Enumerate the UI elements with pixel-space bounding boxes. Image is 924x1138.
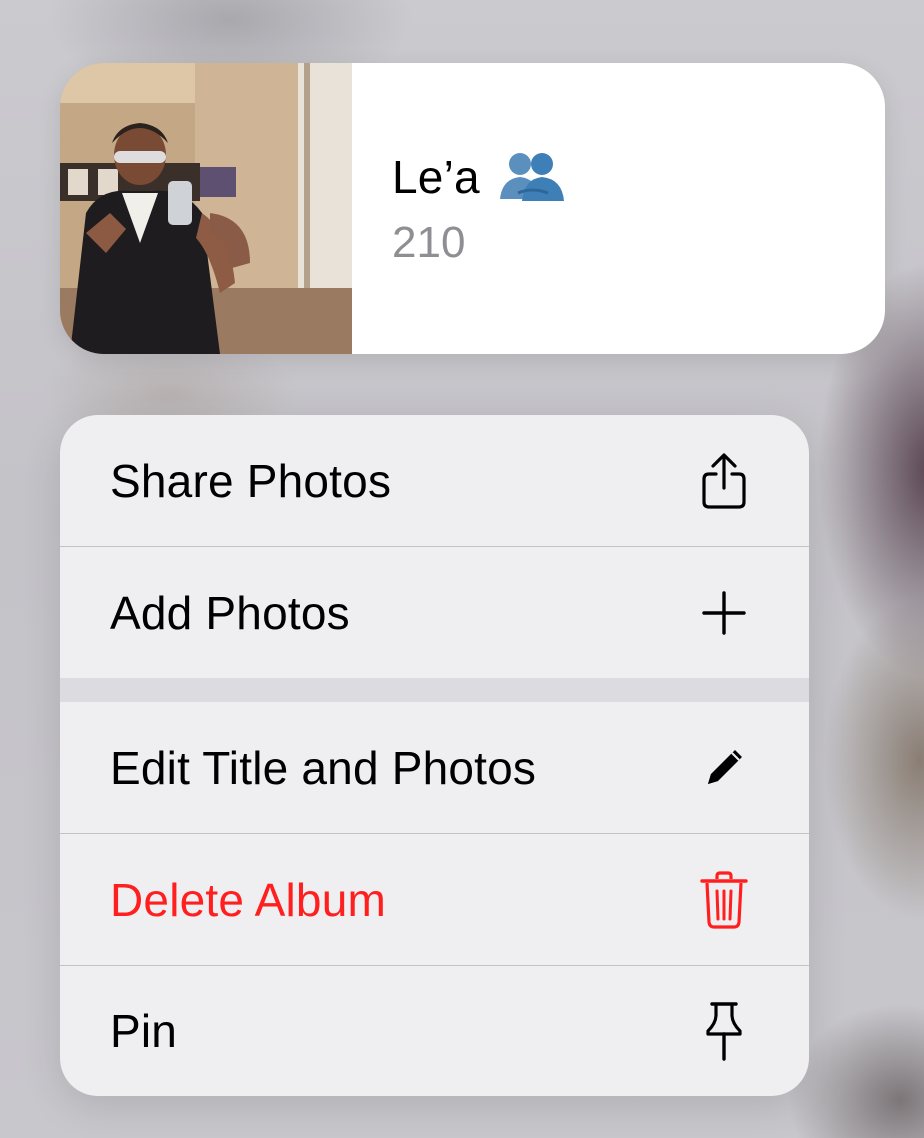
album-title-row: Le’a: [392, 149, 568, 205]
pin-item[interactable]: Pin: [60, 966, 809, 1096]
trash-icon: [699, 870, 749, 929]
album-preview-card[interactable]: Le’a 210: [60, 63, 885, 354]
add-photos-label: Add Photos: [110, 586, 350, 639]
share-icon: [699, 452, 749, 509]
share-photos-item[interactable]: Share Photos: [60, 415, 809, 546]
delete-album-item[interactable]: Delete Album: [60, 834, 809, 965]
edit-title-and-photos-label: Edit Title and Photos: [110, 741, 537, 794]
album-thumbnail-image: [60, 63, 352, 354]
pin-label: Pin: [110, 1005, 178, 1057]
add-photos-item[interactable]: Add Photos: [60, 547, 809, 678]
edit-title-and-photos-item[interactable]: Edit Title and Photos: [60, 702, 809, 833]
context-menu: Share Photos Add Photos Edit Title and P…: [60, 415, 809, 1096]
delete-album-label: Delete Album: [110, 873, 386, 926]
share-photos-label: Share Photos: [110, 454, 392, 507]
pin-icon: [699, 1002, 749, 1061]
menu-group-separator: [60, 678, 809, 702]
album-thumbnail: [60, 63, 352, 354]
pencil-icon: [699, 740, 749, 796]
album-photo-count: 210: [392, 218, 466, 267]
plus-icon: [699, 585, 749, 641]
album-name: Le’a: [392, 151, 480, 203]
people-icon: [498, 149, 568, 205]
